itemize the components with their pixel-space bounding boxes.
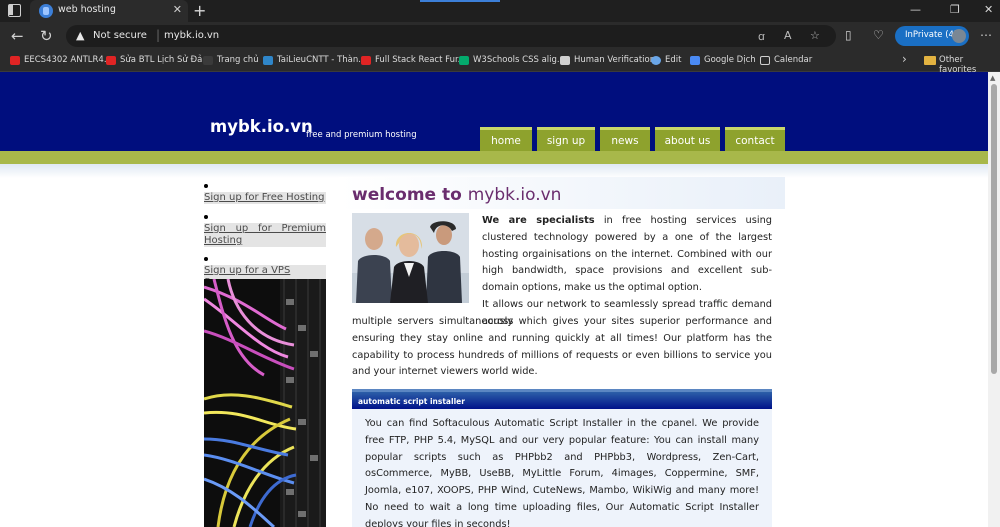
content-header: welcome to mybk.io.vn <box>339 177 785 209</box>
edit-icon <box>651 56 661 65</box>
back-icon[interactable]: ← <box>11 27 24 45</box>
w3schools-icon <box>459 56 469 65</box>
header-shadow <box>0 164 988 178</box>
avatar <box>952 29 966 43</box>
page-icon <box>203 56 213 65</box>
more-icon[interactable]: ⋯ <box>980 28 992 42</box>
chevron-right-icon[interactable]: › <box>902 52 907 66</box>
site-favicon <box>39 4 53 18</box>
url-text[interactable]: mybk.io.vn <box>164 30 219 41</box>
window-close-icon[interactable]: ✕ <box>984 3 993 16</box>
inprivate-label: InPrivate (4) <box>905 30 958 40</box>
verification-icon <box>560 56 570 65</box>
text-size-icon[interactable]: A <box>784 29 792 42</box>
site-title[interactable]: mybk.io.vn <box>210 117 313 136</box>
installer-box: You can find Softaculous Automatic Scrip… <box>352 409 772 527</box>
paragraph-2: multiple servers simultaneously which gi… <box>352 316 772 378</box>
bookmark-label: Human Verification <box>574 55 656 65</box>
split-screen-icon[interactable]: ▯ <box>845 28 852 42</box>
calendar-icon <box>760 56 770 65</box>
business-people-photo <box>352 213 469 303</box>
reload-icon[interactable]: ↻ <box>40 27 53 45</box>
site-tagline: free and premium hosting <box>306 130 417 140</box>
bullet <box>204 257 208 261</box>
translate-icon <box>690 56 700 65</box>
minimize-icon[interactable]: — <box>910 3 921 16</box>
bookmarks-bar: EECS4302 ANTLR4... Sửa BTL Lịch Sử Đả...… <box>0 50 1000 75</box>
bookmark-label: Google Dịch <box>704 55 756 65</box>
page-title: welcome to mybk.io.vn <box>352 185 562 205</box>
bullet <box>204 215 208 219</box>
main-content: welcome to mybk.io.vn We are specialists… <box>339 177 785 527</box>
close-icon[interactable]: ✕ <box>173 3 182 16</box>
toolbar: ← ↻ ▲ Not secure | mybk.io.vn ꭤ A ☆ ▯ ♡ … <box>0 22 1000 50</box>
bookmark-label: Edit <box>665 55 682 65</box>
tab-accent <box>420 0 500 2</box>
installer-text: You can find Softaculous Automatic Scrip… <box>365 418 759 527</box>
scroll-thumb[interactable] <box>991 84 997 374</box>
installer-header: automatic script installer <box>352 389 772 409</box>
site-header: mybk.io.vn free and premium hosting home… <box>0 72 988 153</box>
bullet <box>204 184 208 188</box>
security-label[interactable]: Not secure <box>93 30 147 41</box>
bookmark-label: TaiLieuCNTT - Thàn... <box>277 55 367 65</box>
bookmark-label: Sửa BTL Lịch Sử Đả... <box>120 55 211 65</box>
nav-news[interactable]: news <box>600 127 650 153</box>
bookmark-label: Calendar <box>774 55 813 65</box>
bookmark-label: Full Stack React Fur... <box>375 55 466 65</box>
intro-paragraph: We are specialists in free hosting servi… <box>482 215 772 294</box>
page-scrollbar[interactable]: ▲ <box>988 72 1000 527</box>
browser-tab[interactable]: web hosting ✕ <box>30 0 188 22</box>
scroll-up-icon[interactable]: ▲ <box>990 74 995 82</box>
folder-icon <box>924 56 936 65</box>
inprivate-button[interactable]: InPrivate (4) <box>895 26 969 46</box>
nav-contact[interactable]: contact <box>725 127 785 153</box>
network-cables-image <box>204 279 326 527</box>
nav-home[interactable]: home <box>480 127 532 153</box>
bookmark-label: Trang chủ <box>217 55 259 65</box>
green-strip <box>0 151 988 164</box>
nav-sign-up[interactable]: sign up <box>537 127 595 153</box>
url-separator: | <box>156 28 161 42</box>
warning-icon: ▲ <box>76 29 85 42</box>
tab-strip: web hosting ✕ + — ❐ ✕ <box>0 0 1000 22</box>
youtube-icon <box>106 56 116 65</box>
tab-title: web hosting <box>58 4 116 15</box>
restore-icon[interactable]: ❐ <box>950 3 960 16</box>
web-page: mybk.io.vn free and premium hosting home… <box>0 72 988 527</box>
favorites-icon[interactable]: ♡ <box>873 28 884 42</box>
tailieu-icon <box>263 56 273 65</box>
link-premium-hosting[interactable]: Sign up for Premium Hosting <box>204 223 326 247</box>
plus-icon[interactable]: + <box>193 1 206 20</box>
youtube-icon <box>10 56 20 65</box>
bookmark-label: W3Schools CSS alig... <box>473 55 566 65</box>
nav-about-us[interactable]: about us <box>655 127 720 153</box>
read-aloud-icon[interactable]: ꭤ <box>758 29 765 44</box>
youtube-icon <box>361 56 371 65</box>
star-icon[interactable]: ☆ <box>810 29 820 42</box>
link-free-hosting[interactable]: Sign up for Free Hosting <box>204 192 326 204</box>
window-icon[interactable] <box>8 4 21 17</box>
bookmark-label: EECS4302 ANTLR4... <box>24 55 112 65</box>
address-bar[interactable]: ▲ Not secure | mybk.io.vn ꭤ A ☆ <box>66 25 836 47</box>
